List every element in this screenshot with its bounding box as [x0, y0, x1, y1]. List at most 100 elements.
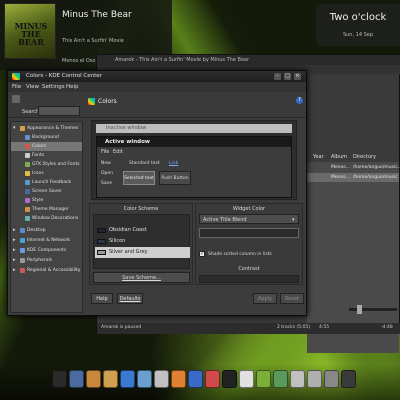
contrast-slider[interactable]: [199, 275, 299, 283]
mail-icon[interactable]: [154, 370, 169, 388]
tree-item-kde-components[interactable]: ▸ KDE Components: [11, 246, 82, 255]
preview-push-button[interactable]: Push Button: [159, 171, 191, 185]
playlist-header: Year Album Directory: [307, 153, 399, 162]
amarok-statusbar: Amarok is paused 2 tracks (5:05) 4:55 -4…: [97, 323, 400, 334]
column-album[interactable]: Album: [331, 154, 347, 160]
kde-control-center-window[interactable]: Colors - KDE Control Center – □ × File V…: [7, 70, 307, 316]
tree-item-colors[interactable]: Colors: [11, 142, 82, 151]
preview-active-title[interactable]: Active window: [97, 137, 291, 147]
music-icon[interactable]: [256, 370, 271, 388]
menu-help[interactable]: Help: [66, 84, 79, 90]
tree-item-label: Background: [32, 135, 59, 140]
chat-icon[interactable]: [137, 370, 152, 388]
photo-icon[interactable]: [205, 370, 220, 388]
module-tree[interactable]: ▾ Appearance & Themes Background Colors F…: [10, 121, 83, 313]
preview-link[interactable]: Link: [169, 161, 178, 166]
menu-file[interactable]: File: [12, 84, 21, 90]
help-icon[interactable]: ?: [296, 97, 303, 104]
amarok-icon[interactable]: [188, 370, 203, 388]
playlist-row[interactable]: Menos... /home/anguo/music...: [307, 163, 400, 172]
contrast-label: Contrast: [238, 266, 260, 272]
tree-item-label: Launch Feedback: [32, 180, 72, 185]
taskbar: [0, 364, 400, 400]
tree-item-regional-accessibility[interactable]: ▸ Regional & Accessibility: [11, 266, 82, 275]
terminal-icon[interactable]: [222, 370, 237, 388]
tree-item-background[interactable]: Background: [11, 133, 82, 142]
tree-item-window-decorations[interactable]: Window Decorations: [11, 214, 82, 223]
track-count: 2 tracks (5:05): [277, 325, 311, 330]
preview-inactive-window[interactable]: Inactive window: [96, 124, 292, 133]
network-icon: [20, 238, 25, 243]
scheme-item-obsidian-coast[interactable]: Obsidian Coast: [95, 225, 190, 236]
help-button[interactable]: Help: [91, 293, 113, 304]
preview-save-button[interactable]: Save: [101, 179, 115, 188]
tree-item-style[interactable]: Style: [11, 196, 82, 205]
amarok-titlebar[interactable]: Amarok - This Ain't a Surfin' Movie by M…: [97, 55, 400, 65]
close-icon[interactable]: ×: [294, 73, 301, 80]
tree-item-appearance[interactable]: ▾ Appearance & Themes: [11, 124, 82, 133]
tree-item-gtk[interactable]: GTK Styles and Fonts: [11, 160, 82, 169]
preview-new-button[interactable]: New: [101, 159, 115, 168]
search-input[interactable]: [38, 106, 80, 116]
tools-icon[interactable]: [69, 370, 84, 388]
chevron-right-icon[interactable]: ▸: [13, 256, 16, 265]
tree-item-internet-network[interactable]: ▸ Internet & Network: [11, 236, 82, 245]
trash-icon[interactable]: [324, 370, 339, 388]
chevron-right-icon[interactable]: ▸: [13, 246, 16, 255]
preview-open-button[interactable]: Open: [101, 169, 115, 178]
tree-item-peripherals[interactable]: ▸ Peripherals: [11, 256, 82, 265]
kcc-title: Colors - KDE Control Center: [26, 73, 102, 79]
widget-color-value: Active Title Blend: [203, 217, 247, 223]
preview-active-window[interactable]: Active window File Edit New Open Save St…: [96, 136, 292, 198]
color-picker-button[interactable]: [199, 228, 299, 238]
kde-menu-icon[interactable]: [52, 370, 67, 388]
defaults-button[interactable]: Defaults: [117, 293, 143, 304]
clock-widget: Two o'clock Sun, 14 Sep: [316, 4, 400, 46]
preview-menu-file[interactable]: File: [101, 149, 109, 155]
system-settings-icon[interactable]: [273, 370, 288, 388]
toolbar-clear-icon[interactable]: [12, 95, 20, 103]
shutdown-icon[interactable]: [341, 370, 356, 388]
save-scheme-button[interactable]: Save Scheme...: [93, 272, 190, 283]
scheme-item-silicon[interactable]: Silicon: [95, 236, 190, 247]
scheme-swatch: [97, 228, 106, 233]
chevron-right-icon[interactable]: ▸: [13, 266, 16, 275]
column-directory[interactable]: Directory: [353, 154, 376, 160]
chevron-right-icon[interactable]: ▸: [13, 236, 16, 245]
playlist-row[interactable]: Menos... /home/anguo/music: [307, 173, 399, 182]
media-player-icon[interactable]: [171, 370, 186, 388]
preview-standard-text[interactable]: Standard text: [129, 161, 160, 166]
color-scheme-list[interactable]: Obsidian Coast Silicon Silver and Grey: [93, 214, 190, 269]
menu-view[interactable]: View: [26, 84, 39, 90]
menu-settings[interactable]: Settings: [42, 84, 65, 90]
tree-item-theme-manager[interactable]: Theme Manager: [11, 205, 82, 214]
maximize-icon[interactable]: □: [284, 73, 291, 80]
tree-item-icons[interactable]: Icons: [11, 169, 82, 178]
tree-item-launch-feedback[interactable]: Launch Feedback: [11, 178, 82, 187]
calendar-icon[interactable]: [239, 370, 254, 388]
chevron-right-icon[interactable]: ▸: [13, 226, 16, 235]
folder-icon[interactable]: [86, 370, 101, 388]
column-year[interactable]: Year: [313, 154, 324, 160]
volume-slider[interactable]: [347, 299, 399, 321]
reset-button[interactable]: Reset: [280, 293, 304, 304]
color-preview[interactable]: Inactive window Active window File Edit …: [91, 120, 297, 200]
row-album: Menos...: [331, 165, 350, 170]
web-browser-icon[interactable]: [120, 370, 135, 388]
tree-item-desktop[interactable]: ▸ Desktop: [11, 226, 82, 235]
widget-color-select[interactable]: Active Title Blend ▾: [199, 214, 299, 224]
chevron-down-icon[interactable]: ▾: [13, 124, 16, 133]
clock-icon[interactable]: [290, 370, 305, 388]
shade-sorted-checkbox[interactable]: ✓: [199, 251, 205, 257]
preview-selected-text[interactable]: Selected text: [123, 171, 155, 185]
scheme-item-silver-and-grey[interactable]: Silver and Grey: [95, 247, 190, 258]
preview-menu-edit[interactable]: Edit: [113, 149, 123, 155]
tree-item-fonts[interactable]: Fonts: [11, 151, 82, 160]
fonts-icon: [25, 153, 30, 158]
home-icon[interactable]: [103, 370, 118, 388]
tree-item-screen-saver[interactable]: Screen Saver: [11, 187, 82, 196]
apply-button[interactable]: Apply: [253, 293, 277, 304]
kcc-titlebar[interactable]: Colors - KDE Control Center – □ ×: [8, 71, 306, 82]
minimize-icon[interactable]: –: [274, 73, 281, 80]
cd-icon[interactable]: [307, 370, 322, 388]
